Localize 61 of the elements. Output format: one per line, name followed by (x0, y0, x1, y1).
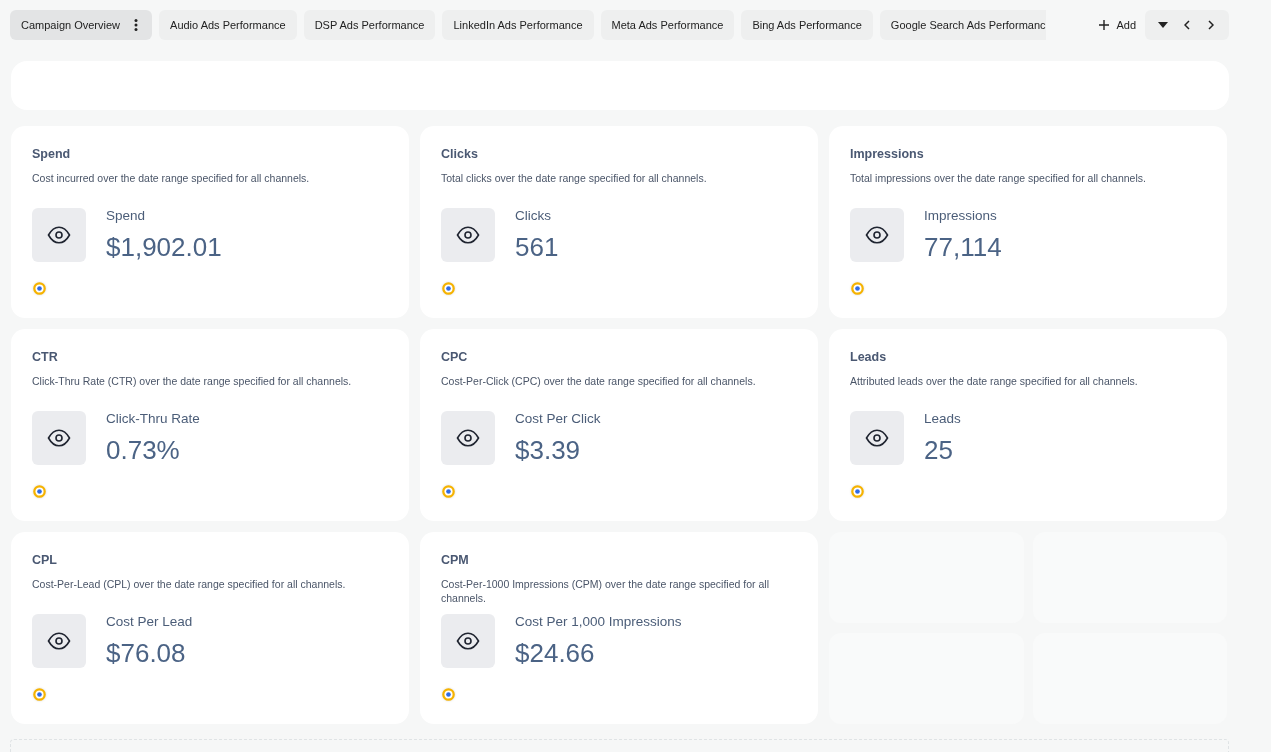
card-description: Click-Thru Rate (CTR) over the date range specified for all channels. (32, 375, 352, 387)
card-description: Total clicks over the date range specified for all channels. (441, 172, 707, 184)
eye-icon (32, 614, 86, 668)
eye-icon (850, 411, 904, 465)
status-dot-icon (851, 485, 864, 498)
eye-icon (441, 614, 495, 668)
dashboard-tab[interactable]: DSP Ads Performance (303, 10, 436, 40)
dashboard-tab[interactable]: Bing Ads Performance (741, 10, 873, 40)
plus-icon (1099, 20, 1110, 30)
metric-label: Cost Per 1,000 Impressions (515, 614, 682, 630)
metric-label: Cost Per Lead (106, 614, 193, 630)
card-title: CTR (32, 349, 58, 365)
status-dot-icon (33, 688, 46, 701)
add-tab-button[interactable]: Add (1097, 10, 1138, 40)
eye-icon (32, 208, 86, 262)
status-dot-icon (33, 485, 46, 498)
card-title: CPC (441, 349, 468, 365)
metric-label: Leads (924, 411, 961, 427)
caret-down-icon (1158, 22, 1168, 28)
chevron-right-icon (1208, 20, 1214, 30)
card-title: Spend (32, 146, 71, 162)
metric-value: $3.39 (515, 435, 581, 465)
metric-value: $1,902.01 (106, 232, 222, 262)
metric-value: 77,114 (924, 232, 1002, 262)
status-dot-icon (33, 282, 46, 295)
card-title: Leads (850, 349, 887, 365)
card-title: Clicks (441, 146, 478, 162)
eye-icon (32, 411, 86, 465)
metric-value: 561 (515, 232, 559, 262)
card-title: CPL (32, 552, 57, 568)
eye-icon (441, 208, 495, 262)
card-title: Impressions (850, 146, 924, 162)
metric-label: Cost Per Click (515, 411, 601, 427)
card-title: CPM (441, 552, 469, 568)
dashboard-tab[interactable]: LinkedIn Ads Performance (442, 10, 594, 40)
card-description: Attributed leads over the date range specified for all channels. (850, 375, 1138, 387)
eye-icon (441, 411, 495, 465)
status-dot-icon (851, 282, 864, 295)
metric-label: Impressions (924, 208, 997, 224)
card-description: Total impressions over the date range specified for all channels. (850, 172, 1146, 184)
card-description: Cost-Per-Click (CPC) over the date range specified for all channels. (441, 375, 756, 387)
metric-label: Click-Thru Rate (106, 411, 200, 427)
dashboard-tab[interactable]: Audio Ads Performance (159, 10, 297, 40)
dashboard-tab[interactable]: Meta Ads Performance (600, 10, 735, 40)
chevron-left-icon (1184, 20, 1190, 30)
dashboard-tab[interactable]: Google Search Ads Performanc (879, 10, 1046, 40)
metric-value: 0.73% (106, 435, 180, 465)
kebab-menu-icon[interactable] (134, 19, 139, 31)
card-description: Cost-Per-1000 Impressions (CPM) over the date range specified for all channels. (441, 578, 769, 604)
card-description: Cost incurred over the date range specified for all channels. (32, 172, 310, 184)
eye-icon (850, 208, 904, 262)
metric-value: $24.66 (515, 638, 595, 668)
status-dot-icon (442, 688, 455, 701)
status-dot-icon (442, 485, 455, 498)
metric-label: Clicks (515, 208, 551, 224)
metric-value: $76.08 (106, 638, 186, 668)
status-dot-icon (442, 282, 455, 295)
dashboard-tab[interactable]: Campaign Overview (10, 10, 153, 40)
card-description: Cost-Per-Lead (CPL) over the date range specified for all channels. (32, 578, 346, 590)
metric-label: Spend (106, 208, 146, 224)
metric-value: 25 (924, 435, 953, 465)
